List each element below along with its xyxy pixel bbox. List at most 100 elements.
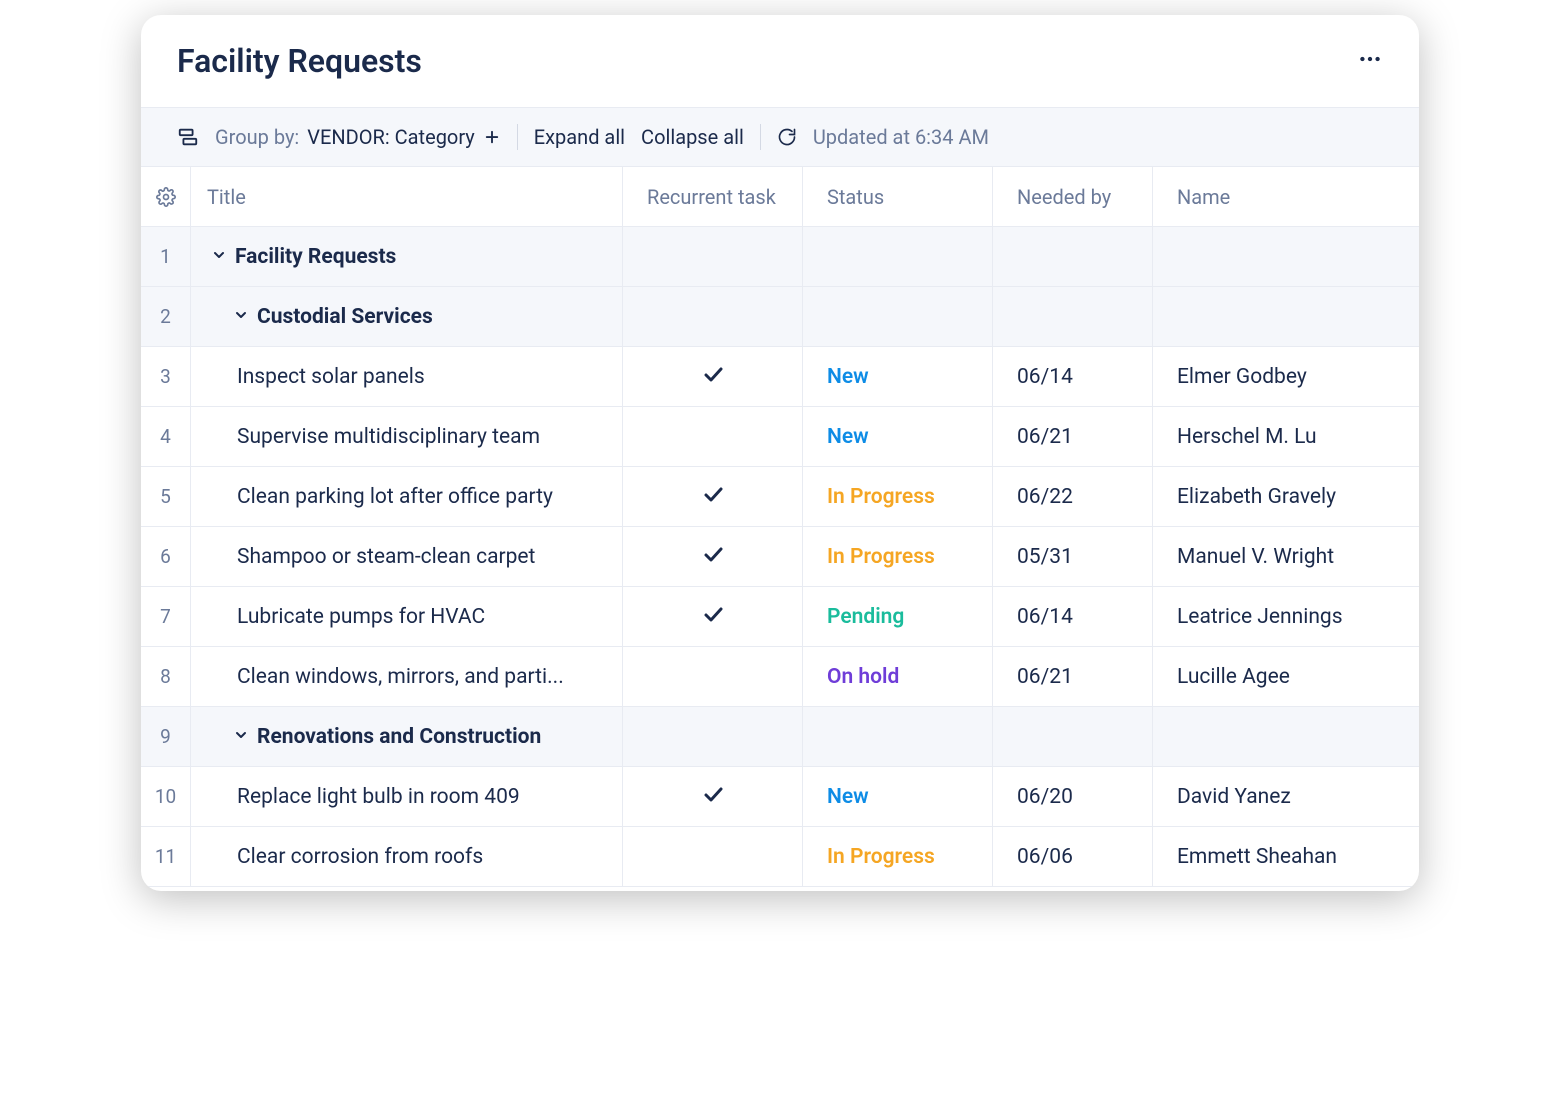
row-number: 10 — [141, 767, 191, 826]
more-options-icon[interactable] — [1357, 46, 1383, 76]
row-number: 6 — [141, 527, 191, 586]
separator — [517, 124, 518, 150]
column-title[interactable]: Title — [191, 167, 623, 226]
group-title-cell: Renovations and Construction — [191, 707, 623, 766]
needed-by-cell[interactable]: 06/20 — [993, 767, 1153, 826]
needed-by-cell[interactable]: 06/21 — [993, 647, 1153, 706]
row-number: 9 — [141, 707, 191, 766]
group-label: Custodial Services — [257, 305, 433, 329]
table-row[interactable]: 6 Shampoo or steam-clean carpet In Progr… — [141, 527, 1419, 587]
facility-requests-card: Facility Requests Group by: VENDOR: Cate… — [141, 15, 1419, 891]
group-by-label: Group by: — [215, 125, 299, 149]
expand-all-button[interactable]: Expand all — [534, 125, 625, 149]
column-recurrent[interactable]: Recurrent task — [623, 167, 803, 226]
refresh-icon[interactable] — [777, 127, 797, 147]
chevron-down-icon[interactable] — [233, 725, 249, 749]
needed-by-cell[interactable]: 05/31 — [993, 527, 1153, 586]
recurrent-cell[interactable] — [623, 827, 803, 886]
status-cell[interactable]: In Progress — [803, 527, 993, 586]
assignee-cell[interactable]: Elizabeth Gravely — [1153, 467, 1419, 526]
page-title: Facility Requests — [177, 42, 422, 80]
settings-column-header[interactable] — [141, 167, 191, 226]
chevron-down-icon[interactable] — [211, 245, 227, 269]
task-title-cell[interactable]: Clean parking lot after office party — [191, 467, 623, 526]
recurrent-cell[interactable] — [623, 407, 803, 466]
group-label: Facility Requests — [235, 245, 396, 269]
table-row[interactable]: 3 Inspect solar panels New 06/14 Elmer G… — [141, 347, 1419, 407]
chevron-down-icon[interactable] — [233, 305, 249, 329]
check-icon — [701, 542, 725, 572]
recurrent-cell[interactable] — [623, 767, 803, 826]
recurrent-cell[interactable] — [623, 467, 803, 526]
needed-by-cell[interactable]: 06/14 — [993, 347, 1153, 406]
table-row[interactable]: 5 Clean parking lot after office party I… — [141, 467, 1419, 527]
card-header: Facility Requests — [141, 15, 1419, 107]
status-cell[interactable]: New — [803, 407, 993, 466]
recurrent-cell[interactable] — [623, 647, 803, 706]
check-icon — [701, 602, 725, 632]
table-header: Title Recurrent task Status Needed by Na… — [141, 167, 1419, 227]
row-number: 5 — [141, 467, 191, 526]
group-icon[interactable] — [177, 126, 199, 148]
toolbar: Group by: VENDOR: Category Expand all Co… — [141, 107, 1419, 167]
assignee-cell[interactable]: Elmer Godbey — [1153, 347, 1419, 406]
task-title-cell[interactable]: Clear corrosion from roofs — [191, 827, 623, 886]
row-number: 8 — [141, 647, 191, 706]
group-by-value: VENDOR: Category — [307, 125, 474, 149]
group-title-cell: Facility Requests — [191, 227, 623, 286]
needed-by-cell[interactable]: 06/14 — [993, 587, 1153, 646]
table-row[interactable]: 7 Lubricate pumps for HVAC Pending 06/14… — [141, 587, 1419, 647]
row-number: 2 — [141, 287, 191, 346]
assignee-cell[interactable]: Lucille Agee — [1153, 647, 1419, 706]
column-needed-by[interactable]: Needed by — [993, 167, 1153, 226]
status-cell[interactable]: In Progress — [803, 467, 993, 526]
task-title-cell[interactable]: Clean windows, mirrors, and parti... — [191, 647, 623, 706]
status-badge: In Progress — [827, 485, 935, 509]
assignee-cell[interactable]: Manuel V. Wright — [1153, 527, 1419, 586]
task-title-cell[interactable]: Shampoo or steam-clean carpet — [191, 527, 623, 586]
status-cell[interactable]: Pending — [803, 587, 993, 646]
needed-by-cell[interactable]: 06/22 — [993, 467, 1153, 526]
status-cell[interactable]: On hold — [803, 647, 993, 706]
task-title-cell[interactable]: Lubricate pumps for HVAC — [191, 587, 623, 646]
table-row[interactable]: 11 Clear corrosion from roofs In Progres… — [141, 827, 1419, 887]
status-cell[interactable]: New — [803, 347, 993, 406]
group-row[interactable]: 1 Facility Requests — [141, 227, 1419, 287]
assignee-cell[interactable]: David Yanez — [1153, 767, 1419, 826]
assignee-cell[interactable]: Emmett Sheahan — [1153, 827, 1419, 886]
column-name[interactable]: Name — [1153, 167, 1419, 226]
status-badge: In Progress — [827, 845, 935, 869]
collapse-all-button[interactable]: Collapse all — [641, 125, 744, 149]
row-number: 4 — [141, 407, 191, 466]
updated-at-text: Updated at 6:34 AM — [813, 125, 989, 149]
table-row[interactable]: 4 Supervise multidisciplinary team New 0… — [141, 407, 1419, 467]
recurrent-cell[interactable] — [623, 347, 803, 406]
recurrent-cell[interactable] — [623, 527, 803, 586]
subgroup-row[interactable]: 9 Renovations and Construction — [141, 707, 1419, 767]
status-badge: On hold — [827, 665, 899, 689]
status-cell[interactable]: New — [803, 767, 993, 826]
table-row[interactable]: 10 Replace light bulb in room 409 New 06… — [141, 767, 1419, 827]
group-by-control[interactable]: Group by: VENDOR: Category — [215, 125, 501, 149]
recurrent-cell[interactable] — [623, 587, 803, 646]
task-title-cell[interactable]: Supervise multidisciplinary team — [191, 407, 623, 466]
assignee-cell[interactable]: Herschel M. Lu — [1153, 407, 1419, 466]
status-badge: In Progress — [827, 545, 935, 569]
assignee-cell[interactable]: Leatrice Jennings — [1153, 587, 1419, 646]
group-title-cell: Custodial Services — [191, 287, 623, 346]
check-icon — [701, 362, 725, 392]
status-badge: Pending — [827, 605, 904, 629]
table-row[interactable]: 8 Clean windows, mirrors, and parti... O… — [141, 647, 1419, 707]
task-title-cell[interactable]: Inspect solar panels — [191, 347, 623, 406]
row-number: 1 — [141, 227, 191, 286]
table-body: 1 Facility Requests 2 Custodial Services… — [141, 227, 1419, 887]
row-number: 11 — [141, 827, 191, 886]
task-title-cell[interactable]: Replace light bulb in room 409 — [191, 767, 623, 826]
column-status[interactable]: Status — [803, 167, 993, 226]
add-group-icon[interactable] — [483, 128, 501, 146]
check-icon — [701, 482, 725, 512]
needed-by-cell[interactable]: 06/06 — [993, 827, 1153, 886]
status-cell[interactable]: In Progress — [803, 827, 993, 886]
needed-by-cell[interactable]: 06/21 — [993, 407, 1153, 466]
subgroup-row[interactable]: 2 Custodial Services — [141, 287, 1419, 347]
